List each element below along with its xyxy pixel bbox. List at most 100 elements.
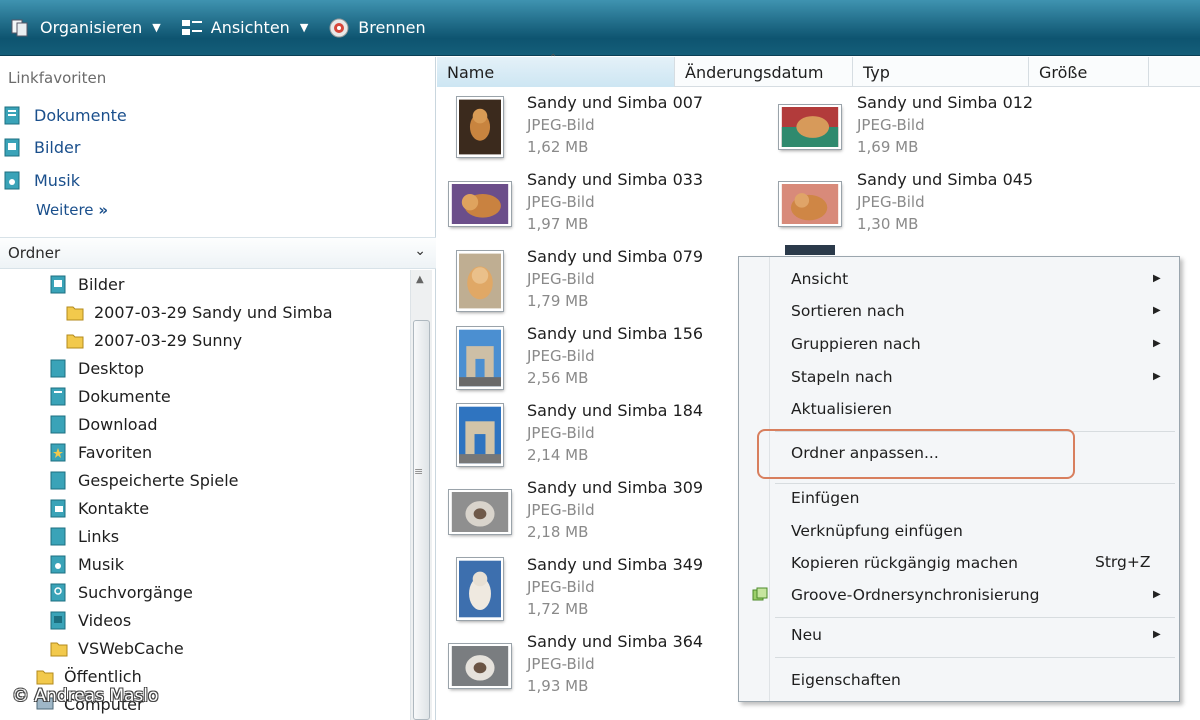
file-type: JPEG-Bild xyxy=(527,116,595,134)
documents-folder-icon xyxy=(4,106,20,125)
tree-item-favorites[interactable]: Favoriten xyxy=(50,438,152,466)
file-name: Sandy und Simba 364 xyxy=(527,632,704,651)
tree-item-download[interactable]: Download xyxy=(50,410,158,438)
file-size: 2,14 MB xyxy=(527,446,589,464)
file-item[interactable]: Sandy und Simba 012 JPEG-Bild 1,69 MB xyxy=(767,89,1087,161)
file-type: JPEG-Bild xyxy=(857,116,925,134)
pictures-folder-icon xyxy=(50,275,66,294)
tree-item-contacts[interactable]: Kontakte xyxy=(50,494,149,522)
tree-item-desktop[interactable]: Desktop xyxy=(50,354,144,382)
pictures-folder-icon xyxy=(4,138,20,157)
cat-photo-icon xyxy=(457,558,503,620)
tree-item-saved-games[interactable]: Gespeicherte Spiele xyxy=(50,466,238,494)
scrollbar-grip-icon: ≡ xyxy=(414,465,424,478)
organize-icon xyxy=(11,19,28,36)
file-item[interactable]: Sandy und Simba 007 JPEG-Bild 1,62 MB xyxy=(437,89,757,161)
music-folder-icon xyxy=(4,171,20,190)
column-header-size[interactable]: Größe xyxy=(1029,57,1149,87)
file-item[interactable]: Sandy und Simba 156 JPEG-Bild 2,56 MB xyxy=(437,320,757,392)
column-header-type[interactable]: Typ xyxy=(853,57,1029,87)
file-type: JPEG-Bild xyxy=(527,578,595,596)
tree-item-documents[interactable]: Dokumente xyxy=(50,382,171,410)
image-thumbnail xyxy=(447,172,513,236)
file-item[interactable]: Sandy und Simba 045 JPEG-Bild 1,30 MB xyxy=(767,166,1087,238)
menu-item-view[interactable]: Ansicht xyxy=(791,265,848,293)
file-size: 2,18 MB xyxy=(527,523,589,541)
scroll-up-arrow-icon[interactable]: ▲ xyxy=(416,274,424,285)
folder-tree: Bilder 2007-03-29 Sandy und Simba 2007-0… xyxy=(0,270,410,720)
file-type: JPEG-Bild xyxy=(857,193,925,211)
submenu-arrow-icon: ▶ xyxy=(1153,305,1161,316)
tree-item-links[interactable]: Links xyxy=(50,522,119,550)
tree-item-music[interactable]: Musik xyxy=(50,550,124,578)
dog-photo-icon xyxy=(779,105,841,149)
music-folder-icon xyxy=(50,555,66,574)
menu-item-paste[interactable]: Einfügen xyxy=(791,484,859,512)
file-size: 2,56 MB xyxy=(527,369,589,387)
folder-tree-scrollbar[interactable]: ▲ ≡ xyxy=(410,270,432,720)
favorite-label: Musik xyxy=(34,170,80,190)
file-size: 1,30 MB xyxy=(857,215,919,233)
menu-item-sort-by[interactable]: Sortieren nach xyxy=(791,297,905,325)
burn-button[interactable]: Brennen xyxy=(322,8,431,48)
menu-item-paste-shortcut[interactable]: Verknüpfung einfügen xyxy=(791,517,963,545)
cat-photo-icon xyxy=(449,490,511,534)
views-icon xyxy=(181,19,202,35)
menu-item-properties[interactable]: Eigenschaften xyxy=(791,666,901,694)
file-name: Sandy und Simba 045 xyxy=(857,170,1034,189)
tree-item-searches[interactable]: Suchvorgänge xyxy=(50,578,193,606)
scrollbar-thumb[interactable] xyxy=(413,320,430,720)
menu-item-group-by[interactable]: Gruppieren nach xyxy=(791,330,921,358)
menu-separator xyxy=(775,617,1175,618)
file-item[interactable]: Sandy und Simba 184 JPEG-Bild 2,14 MB xyxy=(437,397,757,469)
documents-folder-icon xyxy=(50,387,66,406)
favorite-music[interactable]: Musik xyxy=(0,165,80,195)
tree-item-folder[interactable]: 2007-03-29 Sandy und Simba xyxy=(66,298,333,326)
column-header-date[interactable]: Änderungsdatum xyxy=(675,57,853,87)
favorite-documents[interactable]: Dokumente xyxy=(0,100,127,130)
more-links[interactable]: Weitere » xyxy=(36,201,108,219)
file-name: Sandy und Simba 007 xyxy=(527,93,704,112)
image-thumbnail xyxy=(777,172,843,236)
folders-header[interactable]: Ordner ⌄ xyxy=(0,237,436,269)
arch-photo-icon xyxy=(457,404,503,466)
file-item[interactable]: Sandy und Simba 349 JPEG-Bild 1,72 MB xyxy=(437,551,757,623)
file-name: Sandy und Simba 349 xyxy=(527,555,704,574)
menu-item-stack-by[interactable]: Stapeln nach xyxy=(791,363,893,391)
chevron-down-icon: ▼ xyxy=(299,21,309,34)
organize-button[interactable]: Organisieren ▼ xyxy=(4,8,167,48)
file-item[interactable]: Sandy und Simba 309 JPEG-Bild 2,18 MB xyxy=(437,474,757,546)
image-thumbnail xyxy=(447,326,513,390)
chevron-down-icon: ⌄ xyxy=(414,243,426,259)
menu-item-groove-sync[interactable]: Groove-Ordnersynchronisierung xyxy=(791,581,1039,609)
favorites-folder-icon xyxy=(50,443,66,462)
folder-icon xyxy=(66,334,84,349)
file-type: JPEG-Bild xyxy=(527,193,595,211)
keyboard-shortcut: Strg+Z xyxy=(1095,553,1151,571)
image-thumbnail xyxy=(447,557,513,621)
favorite-pictures[interactable]: Bilder xyxy=(0,132,80,162)
column-header-name[interactable]: ⌃ Name xyxy=(437,53,675,87)
hidden-thumbnail-edge xyxy=(785,245,835,255)
menu-item-undo-copy[interactable]: Kopieren rückgängig machen xyxy=(791,549,1018,577)
file-name: Sandy und Simba 184 xyxy=(527,401,704,420)
file-item[interactable]: Sandy und Simba 079 JPEG-Bild 1,79 MB xyxy=(437,243,757,315)
tree-item-vswebcache[interactable]: VSWebCache xyxy=(50,634,184,662)
dog-photo-icon xyxy=(457,97,503,157)
tree-item-videos[interactable]: Videos xyxy=(50,606,131,634)
highlight-frame xyxy=(757,429,1075,479)
file-type: JPEG-Bild xyxy=(527,347,595,365)
file-item[interactable]: Sandy und Simba 033 JPEG-Bild 1,97 MB xyxy=(437,166,757,238)
dog-photo-icon xyxy=(779,182,841,226)
tree-item-folder[interactable]: 2007-03-29 Sunny xyxy=(66,326,242,354)
folder-icon xyxy=(36,670,54,685)
file-item[interactable]: Sandy und Simba 364 JPEG-Bild 1,93 MB xyxy=(437,628,757,700)
views-button[interactable]: Ansichten ▼ xyxy=(175,8,315,48)
tree-item-bilder[interactable]: Bilder xyxy=(50,270,124,298)
file-name: Sandy und Simba 012 xyxy=(857,93,1034,112)
submenu-arrow-icon: ▶ xyxy=(1153,371,1161,382)
folder-icon xyxy=(50,642,68,657)
file-type: JPEG-Bild xyxy=(527,270,595,288)
menu-item-refresh[interactable]: Aktualisieren xyxy=(791,395,892,423)
menu-item-new[interactable]: Neu xyxy=(791,621,822,649)
